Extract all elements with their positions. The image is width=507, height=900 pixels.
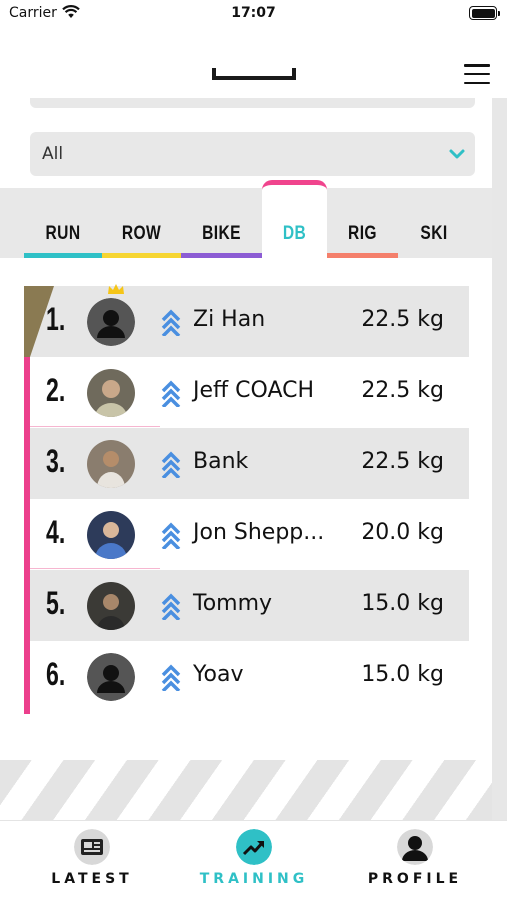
score: 22.5 kg xyxy=(361,449,444,474)
tab-run[interactable]: RUN xyxy=(24,188,102,258)
trending-up-icon xyxy=(236,829,272,865)
avatar[interactable] xyxy=(87,582,135,630)
double-chevron-up-icon xyxy=(161,451,181,478)
score: 20.0 kg xyxy=(361,520,444,545)
tab-label: SKI xyxy=(420,223,448,244)
nav-label: TRAINING xyxy=(199,871,309,887)
app-logo xyxy=(212,68,296,80)
nav-latest[interactable]: LATEST xyxy=(22,827,162,897)
news-icon xyxy=(74,829,110,865)
double-chevron-up-icon xyxy=(161,522,181,549)
first-place-marker xyxy=(24,286,54,357)
athlete-name: Tommy xyxy=(193,591,273,616)
tab-label: RIG xyxy=(348,223,377,244)
partial-field[interactable] xyxy=(30,98,475,108)
score: 22.5 kg xyxy=(361,378,444,403)
bottom-tab-bar: LATEST TRAINING PROFILE xyxy=(0,820,507,900)
nav-profile[interactable]: PROFILE xyxy=(345,827,485,897)
tab-label: ROW xyxy=(121,223,162,244)
leaderboard-row[interactable]: 3. Bank 22.5 kg xyxy=(30,428,469,499)
leaderboard-row[interactable]: 1. Zi Han 22.5 kg xyxy=(30,284,469,357)
hamburger-menu-icon[interactable] xyxy=(464,64,490,84)
rank: 2. xyxy=(46,372,66,408)
avatar[interactable] xyxy=(87,369,135,417)
scroll-track[interactable] xyxy=(492,98,507,820)
avatar[interactable] xyxy=(87,653,135,701)
chevron-down-icon xyxy=(449,149,465,159)
tab-label: BIKE xyxy=(202,223,241,244)
score: 15.0 kg xyxy=(361,662,444,687)
filter-value: All xyxy=(42,144,64,164)
double-chevron-up-icon xyxy=(161,309,181,336)
double-chevron-up-icon xyxy=(161,593,181,620)
avatar[interactable] xyxy=(87,440,135,488)
athlete-name: Bank xyxy=(193,449,249,474)
nav-label: PROFILE xyxy=(367,871,463,887)
score: 15.0 kg xyxy=(361,591,444,616)
clock: 17:07 xyxy=(231,5,276,21)
double-chevron-up-icon xyxy=(161,664,181,691)
tab-ski[interactable]: SKI xyxy=(398,188,470,258)
battery-icon xyxy=(469,6,500,20)
rank: 4. xyxy=(46,514,66,550)
status-bar: Carrier 17:07 xyxy=(0,0,507,28)
filter-dropdown[interactable]: All xyxy=(30,132,475,176)
leaderboard-row[interactable]: 2. Jeff COACH 22.5 kg xyxy=(30,357,469,428)
athlete-name: Jon Shepp... xyxy=(193,520,325,545)
decorative-stripes xyxy=(0,760,492,820)
tab-bike[interactable]: BIKE xyxy=(181,188,262,258)
crown-icon xyxy=(108,284,124,294)
category-tabs: RUN ROW BIKE DB RIG SKI xyxy=(0,180,492,258)
tab-label: RUN xyxy=(45,223,81,244)
athlete-name: Zi Han xyxy=(193,307,266,332)
rank: 3. xyxy=(46,443,66,479)
user-icon xyxy=(397,829,433,865)
leaderboard-row[interactable]: 6. Yoav 15.0 kg xyxy=(30,641,469,712)
leaderboard-row[interactable]: 4. Jon Shepp... 20.0 kg xyxy=(30,499,469,570)
leaderboard-row[interactable]: 5. Tommy 15.0 kg xyxy=(30,570,469,641)
athlete-name: Jeff COACH xyxy=(193,378,315,403)
avatar[interactable] xyxy=(87,298,135,346)
tab-label: DB xyxy=(282,223,307,244)
rank: 6. xyxy=(46,656,66,692)
tab-row[interactable]: ROW xyxy=(102,188,181,258)
double-chevron-up-icon xyxy=(161,380,181,407)
score: 22.5 kg xyxy=(361,307,444,332)
tab-rig[interactable]: RIG xyxy=(327,188,398,258)
leaderboard-card: All RUN ROW BIKE DB RIG SKI 1. Zi Han 22… xyxy=(0,98,492,760)
athlete-name: Yoav xyxy=(193,662,244,687)
rank: 5. xyxy=(46,585,66,621)
nav-label: LATEST xyxy=(51,871,133,887)
avatar[interactable] xyxy=(87,511,135,559)
nav-training[interactable]: TRAINING xyxy=(184,827,324,897)
app-header xyxy=(0,28,507,98)
tab-db[interactable]: DB xyxy=(262,180,327,258)
